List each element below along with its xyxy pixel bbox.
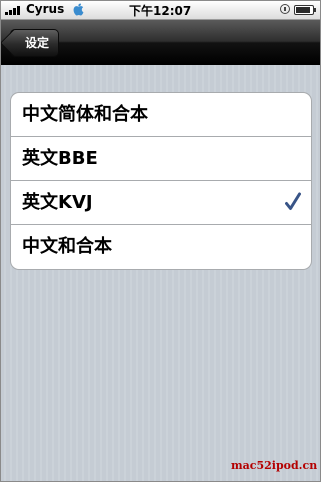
- option-row-english-kvj[interactable]: 英文KVJ: [11, 181, 311, 225]
- option-row-english-bbe[interactable]: 英文BBE: [11, 137, 311, 181]
- back-button[interactable]: 设定: [10, 29, 60, 57]
- option-row-chinese-union[interactable]: 中文和合本: [11, 225, 311, 269]
- option-row-chinese-simplified-union[interactable]: 中文简体和合本: [11, 93, 311, 137]
- checkmark-icon: [285, 192, 301, 210]
- carrier-name: Cyrus: [26, 2, 65, 16]
- navigation-bar: 设定: [1, 20, 320, 65]
- watermark: mac52ipod.cn: [231, 459, 318, 472]
- back-button-label: 设定: [25, 36, 50, 50]
- option-label: 英文BBE: [22, 148, 98, 169]
- translation-options-list: 中文简体和合本 英文BBE 英文KVJ 中文和合本: [10, 92, 312, 270]
- battery-icon: [294, 5, 316, 15]
- status-bar: Cyrus 下午12:07: [1, 1, 320, 20]
- option-label: 中文简体和合本: [22, 104, 148, 125]
- signal-strength-icon: [5, 5, 23, 15]
- screen: Cyrus 下午12:07 设定 中文简体和合本 英文BBE 英文KVJ 中文和…: [0, 0, 321, 482]
- clock-time: 下午12:07: [129, 4, 192, 18]
- option-label: 中文和合本: [22, 236, 112, 257]
- option-label: 英文KVJ: [22, 192, 93, 213]
- apple-logo-icon: [73, 3, 84, 16]
- orientation-lock-icon: [280, 4, 290, 14]
